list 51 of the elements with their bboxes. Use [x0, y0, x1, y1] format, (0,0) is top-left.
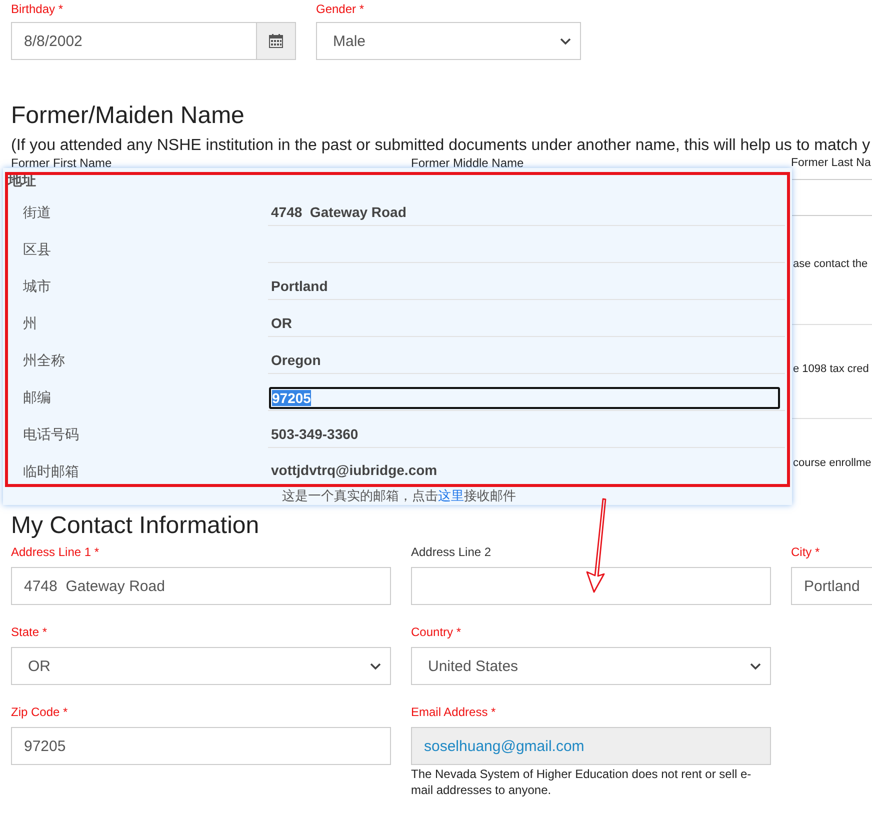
help-text: course enrollme: [792, 456, 872, 470]
field-label: 街道: [23, 204, 51, 220]
field-value: 97205: [272, 390, 311, 406]
field-value: 4748 Gateway Road: [271, 204, 406, 220]
text-field[interactable]: 4748 Gateway Road: [11, 567, 391, 605]
field-label: 城市: [23, 278, 51, 294]
field-value: 503-349-3360: [271, 426, 358, 442]
field-label: Country *: [411, 625, 462, 639]
gender-select[interactable]: Male: [316, 22, 581, 60]
section-description: (If you attended any NSHE institution in the past or submitted documents under another name, this will help us to match y: [10, 137, 872, 155]
field-label: Former Middle Name: [411, 156, 524, 170]
field-value: OR: [271, 315, 292, 331]
field-label: 电话号码: [23, 426, 79, 442]
text-field[interactable]: 97205: [11, 727, 391, 765]
field-value: Portland: [271, 278, 328, 294]
field-label: Birthday *: [11, 2, 64, 16]
help-text: The Nevada System of Higher Education does not rent or sell e-mail addresses to anyone.: [411, 766, 752, 798]
field-label: Address Line 2: [411, 545, 492, 559]
chevron-down-icon: [560, 38, 571, 44]
chevron-down-icon: [750, 662, 761, 670]
field-label: State *: [11, 625, 48, 639]
field-label: 州全称: [23, 352, 65, 368]
section-heading: My Contact Information: [10, 512, 260, 540]
text-field[interactable]: Portland: [791, 567, 872, 605]
field-label: 邮编: [23, 389, 51, 405]
field-value: vottjdvtrq@iubridge.com: [271, 462, 438, 478]
field-label: City *: [791, 545, 820, 559]
field-label: 临时邮箱: [23, 463, 79, 479]
field-label: Zip Code *: [11, 705, 68, 719]
field-label: Address Line 1 *: [11, 545, 100, 559]
field-label: Former First Name: [11, 156, 112, 170]
calendar-button[interactable]: [257, 22, 296, 60]
field-label: Former Last Na: [791, 156, 871, 170]
select-field[interactable]: United States: [411, 647, 771, 685]
field-label: Email Address *: [411, 705, 496, 719]
text-field[interactable]: [411, 567, 771, 605]
help-text: e 1098 tax cred: [792, 362, 869, 376]
section-heading: Former/Maiden Name: [10, 102, 246, 130]
date-field[interactable]: 8/8/2002: [11, 22, 257, 60]
email-note: 这是一个真实的邮箱，点击这里接收邮件: [282, 489, 516, 503]
field-label: Gender *: [316, 2, 364, 16]
field-label: 州: [23, 315, 37, 331]
zip-field[interactable]: 97205: [269, 387, 780, 409]
help-text: ase contact the: [792, 257, 868, 271]
text-field[interactable]: [791, 179, 872, 216]
field-value: Oregon: [271, 352, 321, 368]
receive-mail-link[interactable]: 这里: [438, 488, 464, 503]
select-field[interactable]: OR: [11, 647, 391, 685]
calendar-icon: [269, 34, 283, 48]
chevron-down-icon: [370, 662, 381, 670]
field-label: 区县: [23, 241, 51, 257]
